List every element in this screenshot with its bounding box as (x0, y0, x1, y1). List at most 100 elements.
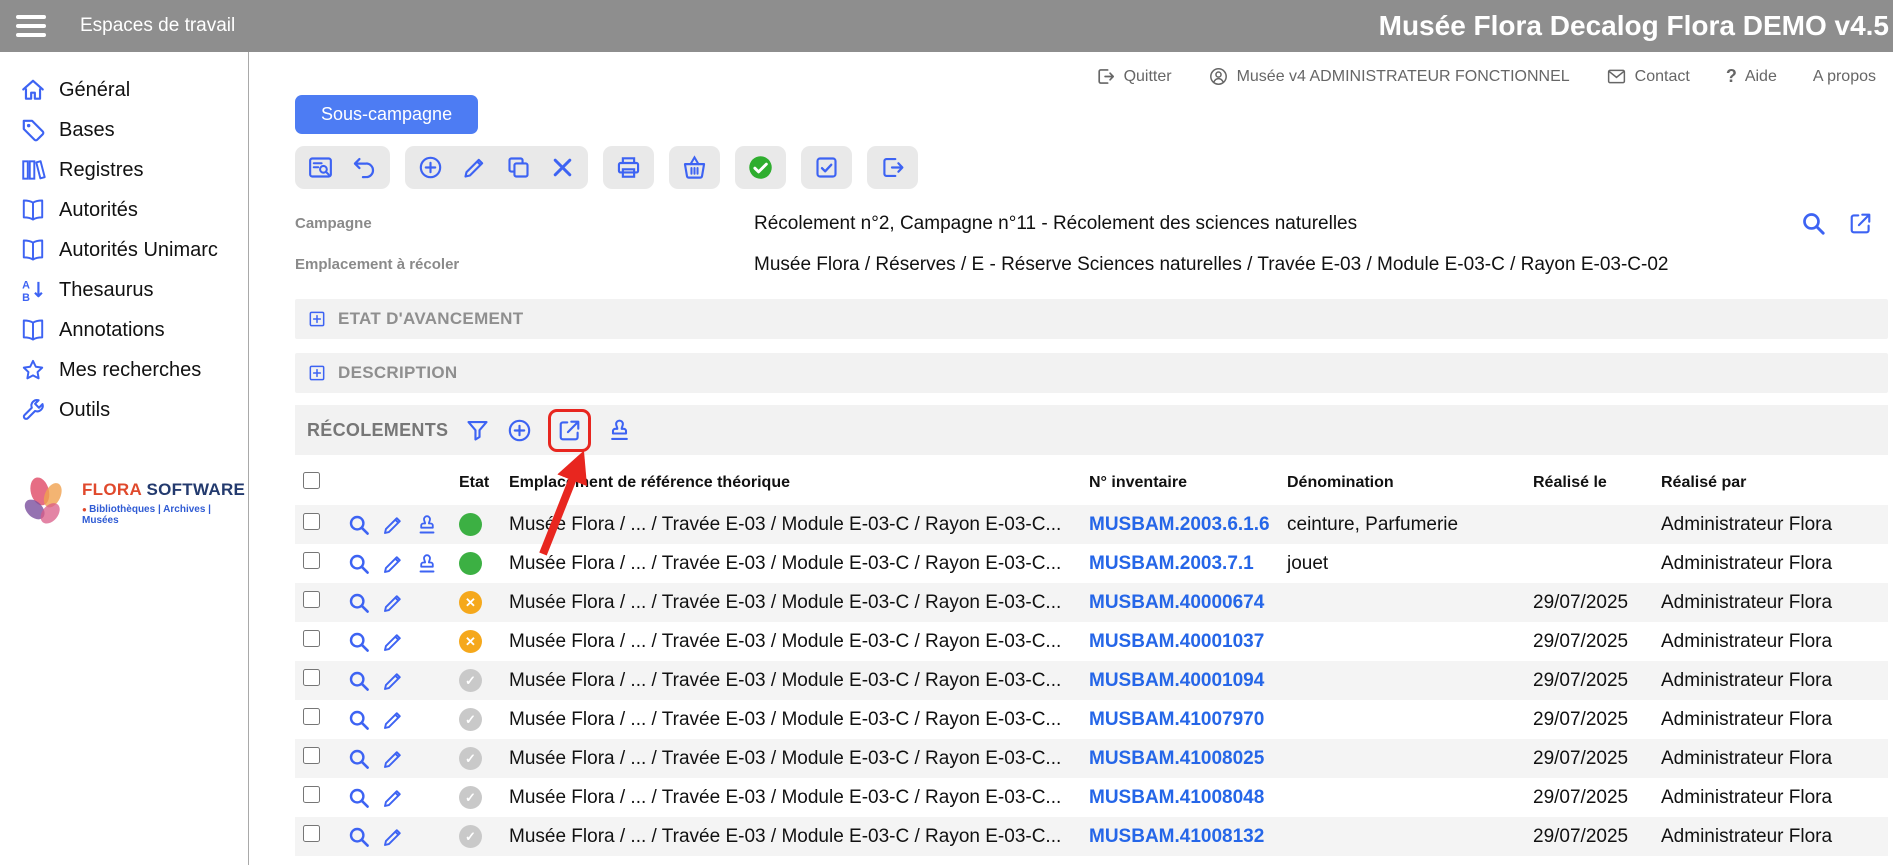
row-checkbox[interactable] (303, 630, 320, 647)
sidebar-item-thesaurus[interactable]: ABThesaurus (0, 270, 248, 310)
sidebar-item-outils[interactable]: Outils (0, 390, 248, 430)
export-button[interactable] (879, 154, 906, 181)
stamp-button[interactable] (415, 513, 439, 537)
edit-button[interactable] (381, 630, 405, 654)
view-button[interactable] (347, 552, 371, 576)
tab-sous-campagne[interactable]: Sous-campagne (295, 95, 478, 134)
edit-button[interactable] (381, 513, 405, 537)
quitter-link[interactable]: Quitter (1095, 66, 1172, 87)
sidebar-item-registres[interactable]: Registres (0, 150, 248, 190)
inventaire-link[interactable]: MUSBAM.40000674 (1089, 592, 1264, 613)
row-checkbox[interactable] (303, 552, 320, 569)
open-in-new-icon[interactable] (1847, 210, 1874, 237)
basket-button[interactable] (681, 154, 708, 181)
user-link[interactable]: Musée v4 ADMINISTRATEUR FONCTIONNEL (1208, 66, 1570, 87)
status-icon: ✓ (459, 747, 482, 770)
check-circle-button[interactable] (747, 154, 774, 181)
copy-button[interactable] (505, 154, 532, 181)
open-in-new-button[interactable] (548, 409, 591, 452)
row-checkbox[interactable] (303, 747, 320, 764)
select-all-checkbox[interactable] (303, 472, 320, 489)
sidebar-item-mes-recherches[interactable]: Mes recherches (0, 350, 248, 390)
sidebar-item-general[interactable]: Général (0, 70, 248, 110)
close-button[interactable] (549, 154, 576, 181)
cell-emplacement: Musée Flora / ... / Travée E-03 / Module… (501, 826, 1081, 848)
sidebar-item-autorites-unimarc[interactable]: Autorités Unimarc (0, 230, 248, 270)
row-checkbox[interactable] (303, 513, 320, 530)
stamp-button[interactable] (415, 552, 439, 576)
edit-button[interactable] (381, 747, 405, 771)
inventaire-link[interactable]: MUSBAM.40001094 (1089, 670, 1264, 691)
stamp-icon (606, 417, 633, 444)
section-description[interactable]: DESCRIPTION (295, 353, 1888, 393)
edit-button[interactable] (381, 669, 405, 693)
edit-button[interactable] (381, 786, 405, 810)
filter-button[interactable] (464, 417, 491, 444)
plus-circle-button[interactable] (417, 154, 444, 181)
exit-icon (1095, 66, 1116, 87)
cell-realise-par: Administrateur Flora (1653, 514, 1888, 536)
sidebar-nav: Général Bases RegistresAutorités Autorités … (0, 70, 248, 430)
view-button[interactable] (347, 669, 371, 693)
row-checkbox[interactable] (303, 825, 320, 842)
view-button[interactable] (347, 630, 371, 654)
expand-icon[interactable] (307, 363, 327, 383)
expand-icon[interactable] (307, 309, 327, 329)
undo-button[interactable] (351, 154, 378, 181)
form-search-button[interactable] (307, 154, 334, 181)
view-button[interactable] (347, 513, 371, 537)
sidebar-item-label: Bases (59, 119, 115, 142)
sidebar-item-autorites[interactable]: Autorités (0, 190, 248, 230)
view-button[interactable] (347, 708, 371, 732)
sidebar-item-label: Thesaurus (59, 279, 154, 302)
view-button[interactable] (347, 747, 371, 771)
table-row: ✓ Musée Flora / ... / Travée E-03 / Modu… (295, 661, 1888, 700)
cell-realise-par: Administrateur Flora (1653, 631, 1888, 653)
table-row: ✕ Musée Flora / ... / Travée E-03 / Modu… (295, 622, 1888, 661)
checkbox-checked-button[interactable] (813, 154, 840, 181)
campagne-value: Récolement n°2, Campagne n°11 - Récoleme… (754, 213, 1357, 235)
edit-button[interactable] (381, 708, 405, 732)
inventaire-link[interactable]: MUSBAM.2003.7.1 (1089, 553, 1254, 574)
row-checkbox[interactable] (303, 708, 320, 725)
recolements-icons (464, 409, 633, 452)
workspace-label: Espaces de travail (80, 15, 235, 37)
plus-circle-button[interactable] (506, 417, 533, 444)
inventaire-link[interactable]: MUSBAM.41008025 (1089, 748, 1264, 769)
inventaire-link[interactable]: MUSBAM.41008132 (1089, 826, 1264, 847)
contact-link[interactable]: Contact (1606, 66, 1690, 87)
row-checkbox[interactable] (303, 786, 320, 803)
row-checkbox[interactable] (303, 669, 320, 686)
section-etat-avancement[interactable]: ETAT D'AVANCEMENT (295, 299, 1888, 339)
recolements-header: RÉCOLEMENTS (295, 405, 1888, 455)
view-button[interactable] (347, 786, 371, 810)
sidebar-item-bases[interactable]: Bases (0, 110, 248, 150)
cell-realise-le: 29/07/2025 (1525, 670, 1653, 692)
search-icon[interactable] (1800, 210, 1827, 237)
sidebar-item-annotations[interactable]: Annotations (0, 310, 248, 350)
toolbar-group (669, 146, 720, 189)
table-row: ✕ Musée Flora / ... / Travée E-03 / Modu… (295, 583, 1888, 622)
edit-button[interactable] (381, 591, 405, 615)
stamp-button[interactable] (606, 417, 633, 444)
app-title: Musée Flora Decalog Flora DEMO v4.5 (1379, 10, 1893, 42)
sidebar-item-label: Autorités Unimarc (59, 239, 218, 262)
aide-link[interactable]: ? Aide (1726, 66, 1777, 87)
toolbar-group (603, 146, 654, 189)
edit-button[interactable] (381, 825, 405, 849)
inventaire-link[interactable]: MUSBAM.40001037 (1089, 631, 1264, 652)
inventaire-link[interactable]: MUSBAM.2003.6.1.6 (1089, 514, 1270, 535)
printer-button[interactable] (615, 154, 642, 181)
edit-button[interactable] (381, 552, 405, 576)
view-button[interactable] (347, 591, 371, 615)
a-propos-link[interactable]: A propos (1813, 68, 1876, 86)
row-checkbox[interactable] (303, 591, 320, 608)
inventaire-link[interactable]: MUSBAM.41007970 (1089, 709, 1264, 730)
cell-denomination: ceinture, Parfumerie (1279, 514, 1525, 536)
view-button[interactable] (347, 825, 371, 849)
pencil-button[interactable] (461, 154, 488, 181)
inventaire-link[interactable]: MUSBAM.41008048 (1089, 787, 1264, 808)
menu-icon[interactable] (16, 10, 46, 42)
cell-realise-par: Administrateur Flora (1653, 553, 1888, 575)
logo-brand-software: SOFTWARE (146, 480, 245, 499)
